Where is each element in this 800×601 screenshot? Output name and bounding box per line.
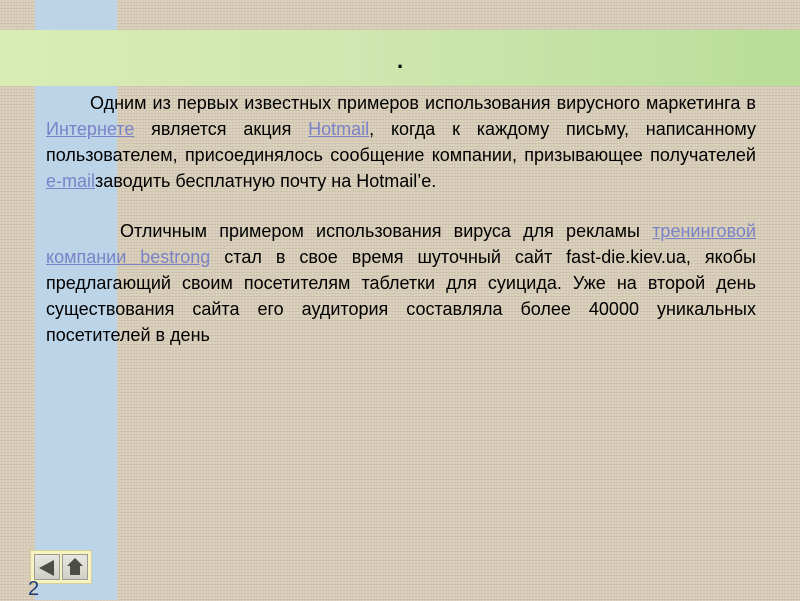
link-email[interactable]: e-mail — [46, 171, 95, 191]
title-band: . — [0, 30, 800, 86]
home-icon-body — [70, 566, 80, 575]
text-run: является акция — [134, 119, 309, 139]
paragraph-hotmail: Одним из первых известных примеров испол… — [46, 90, 756, 194]
home-icon — [67, 558, 83, 566]
link-hotmail[interactable]: Hotmail — [308, 119, 369, 139]
triangle-left-icon — [39, 560, 54, 576]
paragraph-bestrong: Отличным примером использования вируса д… — [46, 218, 756, 348]
text-run: заводить бесплатную почту на Hotmail’е. — [95, 171, 437, 191]
slide-title: . — [396, 48, 404, 73]
text-run: Отличным примером использования вируса д… — [120, 221, 653, 241]
text-run: Одним из первых известных примеров испол… — [90, 93, 756, 113]
home-button[interactable] — [62, 554, 88, 580]
slide-content: Одним из первых известных примеров испол… — [46, 90, 756, 348]
back-button[interactable] — [34, 554, 60, 580]
page-number: 2 — [28, 578, 40, 600]
link-internet[interactable]: Интернете — [46, 119, 134, 139]
slide-nav — [30, 550, 92, 584]
